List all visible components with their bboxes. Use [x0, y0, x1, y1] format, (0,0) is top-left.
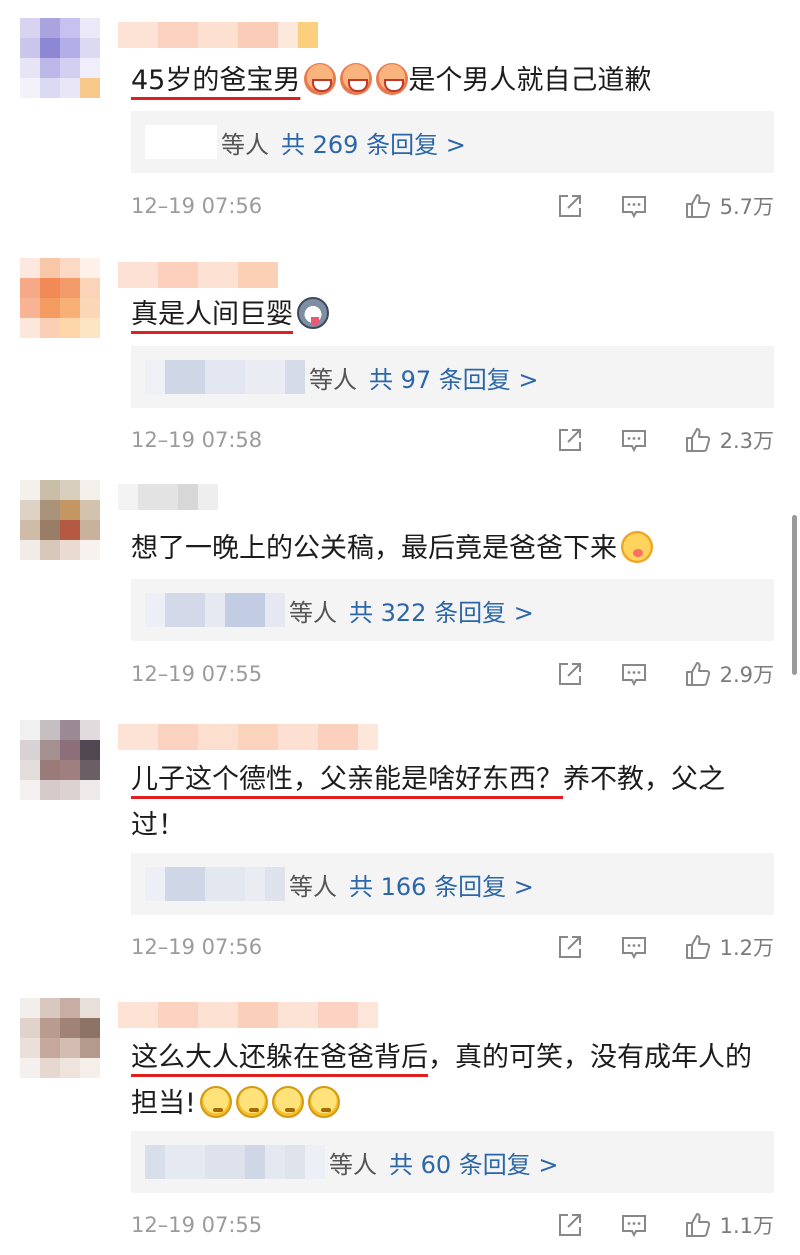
- avatar[interactable]: [20, 18, 100, 98]
- reply-others-label: 等人: [289, 872, 337, 901]
- reply-summary[interactable]: 等人 共 97 条回复 >: [131, 346, 774, 408]
- comment-actions: 5.7万: [520, 190, 774, 222]
- comment-icon[interactable]: [620, 1211, 648, 1239]
- comment-time: 12–19 07:58: [131, 428, 263, 452]
- view-replies-link[interactable]: 共 322 条回复 >: [349, 593, 534, 628]
- comment-meta: 12–19 07:56 5.7万: [131, 190, 800, 222]
- comment-text-rest: 想了一晚上的公关稿，最后竟是爸爸下来: [131, 533, 617, 564]
- reply-others-label: 等人: [289, 598, 337, 627]
- reply-summary[interactable]: 等人 共 60 条回复 >: [131, 1131, 774, 1193]
- comment-time: 12–19 07:55: [131, 1213, 263, 1237]
- share-icon[interactable]: [556, 192, 584, 220]
- comment-icon[interactable]: [620, 192, 648, 220]
- comment-meta: 12–19 07:55 2.9万: [131, 658, 800, 690]
- username-blurred[interactable]: [118, 262, 278, 288]
- laugh-emoji-icon: [376, 63, 409, 95]
- view-replies-link[interactable]: 共 166 条回复 >: [349, 867, 534, 902]
- comment-text-highlighted: 儿子这个德性，父亲能是啥好东西？: [131, 764, 563, 795]
- like-count: 2.9万: [719, 663, 774, 687]
- replier-names-blurred: [145, 593, 285, 627]
- thumbs-up-icon[interactable]: [684, 192, 712, 220]
- share-icon[interactable]: [556, 1211, 584, 1239]
- username-blurred[interactable]: [118, 22, 318, 48]
- like-count: 1.2万: [719, 936, 774, 960]
- replier-names-blurred: [145, 867, 285, 901]
- like-count: 1.1万: [719, 1214, 774, 1238]
- username-blurred[interactable]: [118, 724, 378, 750]
- comment-text: 这么大人还躲在爸爸背后，真的可笑，没有成年人的担当!: [131, 1035, 770, 1127]
- scrollbar[interactable]: [792, 515, 797, 675]
- replier-names-blurred: [145, 1145, 325, 1179]
- comment-icon[interactable]: [620, 426, 648, 454]
- share-icon[interactable]: [556, 933, 584, 961]
- comment-text-highlighted: 真是人间巨婴: [131, 299, 293, 330]
- husky-emoji-icon: [297, 297, 329, 329]
- comment-meta: 12–19 07:56 1.2万: [131, 931, 800, 963]
- thumbs-up-icon[interactable]: [684, 933, 712, 961]
- thinking-emoji-icon: [271, 1086, 304, 1118]
- comment-time: 12–19 07:55: [131, 662, 263, 686]
- username-blurred[interactable]: [118, 1002, 378, 1028]
- yum-emoji-icon: [621, 531, 653, 563]
- comment-text: 真是人间巨婴: [131, 292, 770, 338]
- reply-summary[interactable]: 等人 共 166 条回复 >: [131, 853, 774, 915]
- comment-meta: 12–19 07:58 2.3万: [131, 424, 800, 456]
- like-count: 5.7万: [719, 195, 774, 219]
- reply-summary[interactable]: 等人 共 269 条回复 >: [131, 111, 774, 173]
- comment-actions: 2.9万: [520, 658, 774, 690]
- comment-text: 儿子这个德性，父亲能是啥好东西？养不教，父之过！: [131, 757, 770, 849]
- avatar[interactable]: [20, 480, 100, 560]
- thumbs-up-icon[interactable]: [684, 660, 712, 688]
- avatar[interactable]: [20, 998, 100, 1078]
- share-icon[interactable]: [556, 426, 584, 454]
- comment-text: 45岁的爸宝男 是个男人就自己道歉: [131, 58, 770, 104]
- comment-actions: 1.1万: [520, 1209, 774, 1241]
- thinking-emoji-icon: [307, 1086, 340, 1118]
- comment-actions: 1.2万: [520, 931, 774, 963]
- comment-text-highlighted: 45岁的爸宝男: [131, 65, 301, 96]
- comment-text-rest: 是个男人就自己道歉: [408, 65, 652, 96]
- username-blurred[interactable]: [118, 484, 218, 510]
- comment-meta: 12–19 07:55 1.1万: [131, 1209, 800, 1241]
- comment-icon[interactable]: [620, 660, 648, 688]
- thumbs-up-icon[interactable]: [684, 1211, 712, 1239]
- avatar[interactable]: [20, 258, 100, 338]
- view-replies-link[interactable]: 共 269 条回复 >: [281, 125, 466, 160]
- laugh-emoji-icon: [304, 63, 337, 95]
- comment-text: 想了一晚上的公关稿，最后竟是爸爸下来: [131, 526, 770, 572]
- like-count: 2.3万: [719, 429, 774, 453]
- view-replies-link[interactable]: 共 97 条回复 >: [369, 360, 539, 395]
- thinking-emoji-icon: [235, 1086, 268, 1118]
- comment-time: 12–19 07:56: [131, 935, 263, 959]
- comment-text-highlighted: 这么大人还躲在爸爸背后: [131, 1042, 428, 1073]
- reply-summary[interactable]: 等人 共 322 条回复 >: [131, 579, 774, 641]
- reply-others-label: 等人: [329, 1150, 377, 1179]
- comment-actions: 2.3万: [520, 424, 774, 456]
- laugh-emoji-icon: [340, 63, 373, 95]
- thinking-emoji-icon: [199, 1086, 232, 1118]
- thumbs-up-icon[interactable]: [684, 426, 712, 454]
- share-icon[interactable]: [556, 660, 584, 688]
- replier-names-blurred: [145, 125, 217, 159]
- comment-time: 12–19 07:56: [131, 194, 263, 218]
- avatar[interactable]: [20, 720, 100, 800]
- comment-icon[interactable]: [620, 933, 648, 961]
- reply-others-label: 等人: [309, 365, 357, 394]
- reply-others-label: 等人: [221, 130, 269, 159]
- replier-names-blurred: [145, 360, 305, 394]
- view-replies-link[interactable]: 共 60 条回复 >: [389, 1145, 559, 1180]
